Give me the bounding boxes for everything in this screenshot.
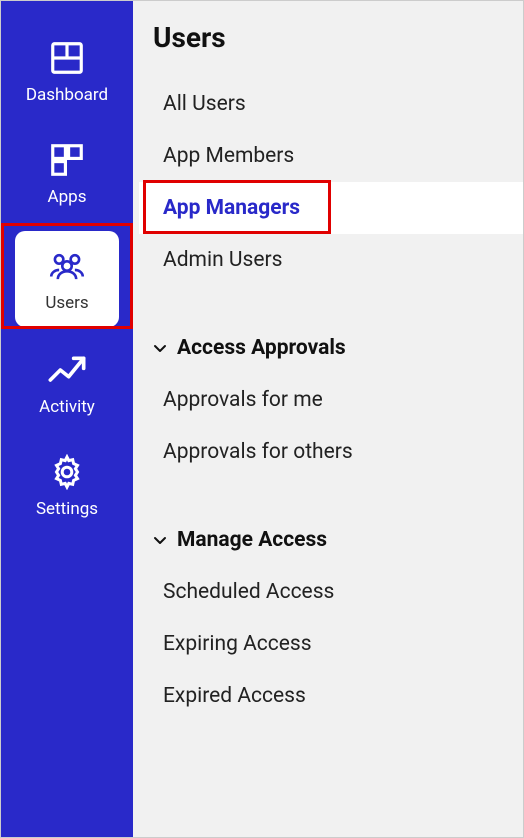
sidebar-item-users[interactable]: Users [15, 231, 119, 327]
menu-item-scheduled-access[interactable]: Scheduled Access [139, 566, 523, 618]
chevron-down-icon [151, 531, 169, 549]
sidebar: Dashboard Apps [1, 1, 133, 837]
sidebar-item-label: Activity [39, 397, 95, 417]
menu-item-all-users[interactable]: All Users [139, 78, 523, 130]
sidebar-item-label: Users [45, 293, 88, 313]
content-panel: Users All Users App Members App Managers… [133, 1, 523, 837]
menu-item-expiring-access[interactable]: Expiring Access [139, 618, 523, 670]
sidebar-item-label: Apps [48, 187, 87, 207]
section-header-access-approvals[interactable]: Access Approvals [139, 322, 523, 374]
section-header-manage-access[interactable]: Manage Access [139, 514, 523, 566]
sidebar-item-dashboard[interactable]: Dashboard [1, 21, 133, 123]
section-header-label: Access Approvals [177, 336, 346, 360]
menu-item-expired-access[interactable]: Expired Access [139, 670, 523, 722]
menu-item-approvals-for-others[interactable]: Approvals for others [139, 426, 523, 478]
activity-icon [46, 349, 88, 391]
apps-icon [46, 139, 88, 181]
page-title: Users [139, 21, 523, 54]
chevron-down-icon [151, 339, 169, 357]
menu-item-approvals-for-me[interactable]: Approvals for me [139, 374, 523, 426]
menu-item-admin-users[interactable]: Admin Users [139, 234, 523, 286]
section-header-label: Manage Access [177, 528, 327, 552]
users-icon [46, 245, 88, 287]
sidebar-item-label: Dashboard [26, 85, 108, 105]
sidebar-item-settings[interactable]: Settings [1, 435, 133, 537]
sidebar-item-apps[interactable]: Apps [1, 123, 133, 225]
dashboard-icon [46, 37, 88, 79]
settings-icon [46, 451, 88, 493]
sidebar-item-activity[interactable]: Activity [1, 333, 133, 435]
menu-item-app-members[interactable]: App Members [139, 130, 523, 182]
menu-item-app-managers[interactable]: App Managers [139, 182, 523, 234]
sidebar-item-label: Settings [36, 499, 98, 519]
